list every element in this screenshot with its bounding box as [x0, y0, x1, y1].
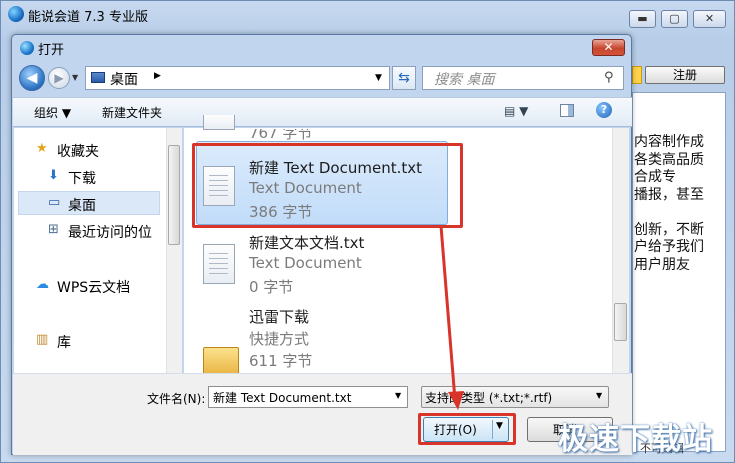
library-icon: ▥ [36, 332, 49, 347]
address-location[interactable]: 桌面 [110, 69, 138, 89]
watermark: 极速下载站 [558, 422, 713, 457]
dialog-title: 打开 [38, 43, 65, 58]
file-icon [203, 115, 235, 130]
filename-label: 文件名(N): [147, 392, 206, 406]
filename-dropdown-icon[interactable]: ▼ [395, 391, 401, 400]
download-folder-icon: ⬇ [48, 168, 59, 183]
search-placeholder: 搜索 桌面 [434, 72, 495, 88]
dialog-app-icon [20, 41, 34, 55]
nav-item-favorites[interactable]: 收藏夹 [57, 141, 99, 161]
nav-item-libraries[interactable]: 库 [57, 332, 71, 352]
app-close-button[interactable]: ✕ [693, 10, 726, 28]
register-button[interactable]: 注册 [645, 66, 725, 84]
filename-value[interactable]: 新建 Text Document.txt [213, 389, 351, 406]
view-options-button[interactable]: ▤ ▼ [504, 104, 528, 118]
app-title: 能说会道 7.3 专业版 [28, 10, 148, 25]
file-name[interactable]: 迅雷下载 [249, 306, 309, 327]
app-logo-icon [8, 6, 24, 22]
star-icon: ★ [36, 141, 48, 156]
app-highlight-marker [632, 66, 642, 84]
refresh-button[interactable]: ⇆ [392, 66, 416, 90]
address-dropdown-icon[interactable]: ▼ [375, 73, 382, 83]
file-name[interactable]: 新建文本文档.txt [249, 232, 364, 253]
cloud-icon: ☁ [36, 277, 49, 292]
nav-item-desktop[interactable]: 桌面 [68, 195, 96, 215]
dialog-close-button[interactable]: ✕ [592, 39, 625, 56]
file-size: 611 字节 [249, 352, 313, 370]
file-size: 767 字节 [249, 129, 313, 141]
app-content-text: 内容制作成 各类高品质 合成专 播报，甚至 创新，不断 户给予我们 用户朋友 [634, 134, 704, 273]
breadcrumb-chevron-icon[interactable]: ▶ [154, 71, 161, 81]
new-folder-button[interactable]: 新建文件夹 [102, 104, 162, 121]
annotation-highlight-open [418, 413, 516, 445]
file-list-scrollbar-thumb[interactable] [614, 303, 627, 341]
filetype-value[interactable]: 支持的类型 (*.txt;*.rtf) [425, 389, 552, 406]
recent-locations-dropdown[interactable]: ▼ [72, 73, 78, 82]
nav-item-downloads[interactable]: 下载 [68, 168, 96, 188]
maximize-button[interactable]: ▢ [661, 10, 688, 28]
desktop-location-icon [91, 72, 105, 83]
search-icon[interactable]: ⚲ [604, 70, 614, 85]
nav-scrollbar-thumb[interactable] [168, 145, 180, 245]
help-icon[interactable]: ? [596, 102, 612, 118]
nav-item-wps-cloud[interactable]: WPS云文档 [57, 277, 130, 297]
organize-menu-button[interactable]: 组织 ▼ [34, 104, 71, 121]
recent-places-icon: ⊞ [48, 222, 59, 237]
forward-button[interactable]: ▶ [48, 67, 70, 89]
file-type: 快捷方式 [249, 330, 310, 348]
file-size: 0 字节 [249, 278, 294, 296]
text-file-icon [203, 244, 235, 284]
file-type: Text Document [249, 254, 362, 272]
filetype-dropdown-icon[interactable]: ▼ [596, 391, 602, 400]
preview-pane-icon[interactable] [560, 104, 574, 117]
desktop-icon: ▭ [48, 195, 61, 210]
minimize-button[interactable]: ▬ [629, 10, 656, 28]
back-button[interactable]: ◀ [19, 65, 45, 91]
nav-item-recent[interactable]: 最近访问的位 [68, 222, 152, 242]
open-file-dialog: 打开 ✕ ◀ ▶ ▼ 桌面 ▶ ▼ ⇆ 搜索 桌面 ⚲ 组织 ▼ 新建文件夹 ▤… [11, 34, 632, 455]
annotation-highlight-file [192, 143, 463, 228]
